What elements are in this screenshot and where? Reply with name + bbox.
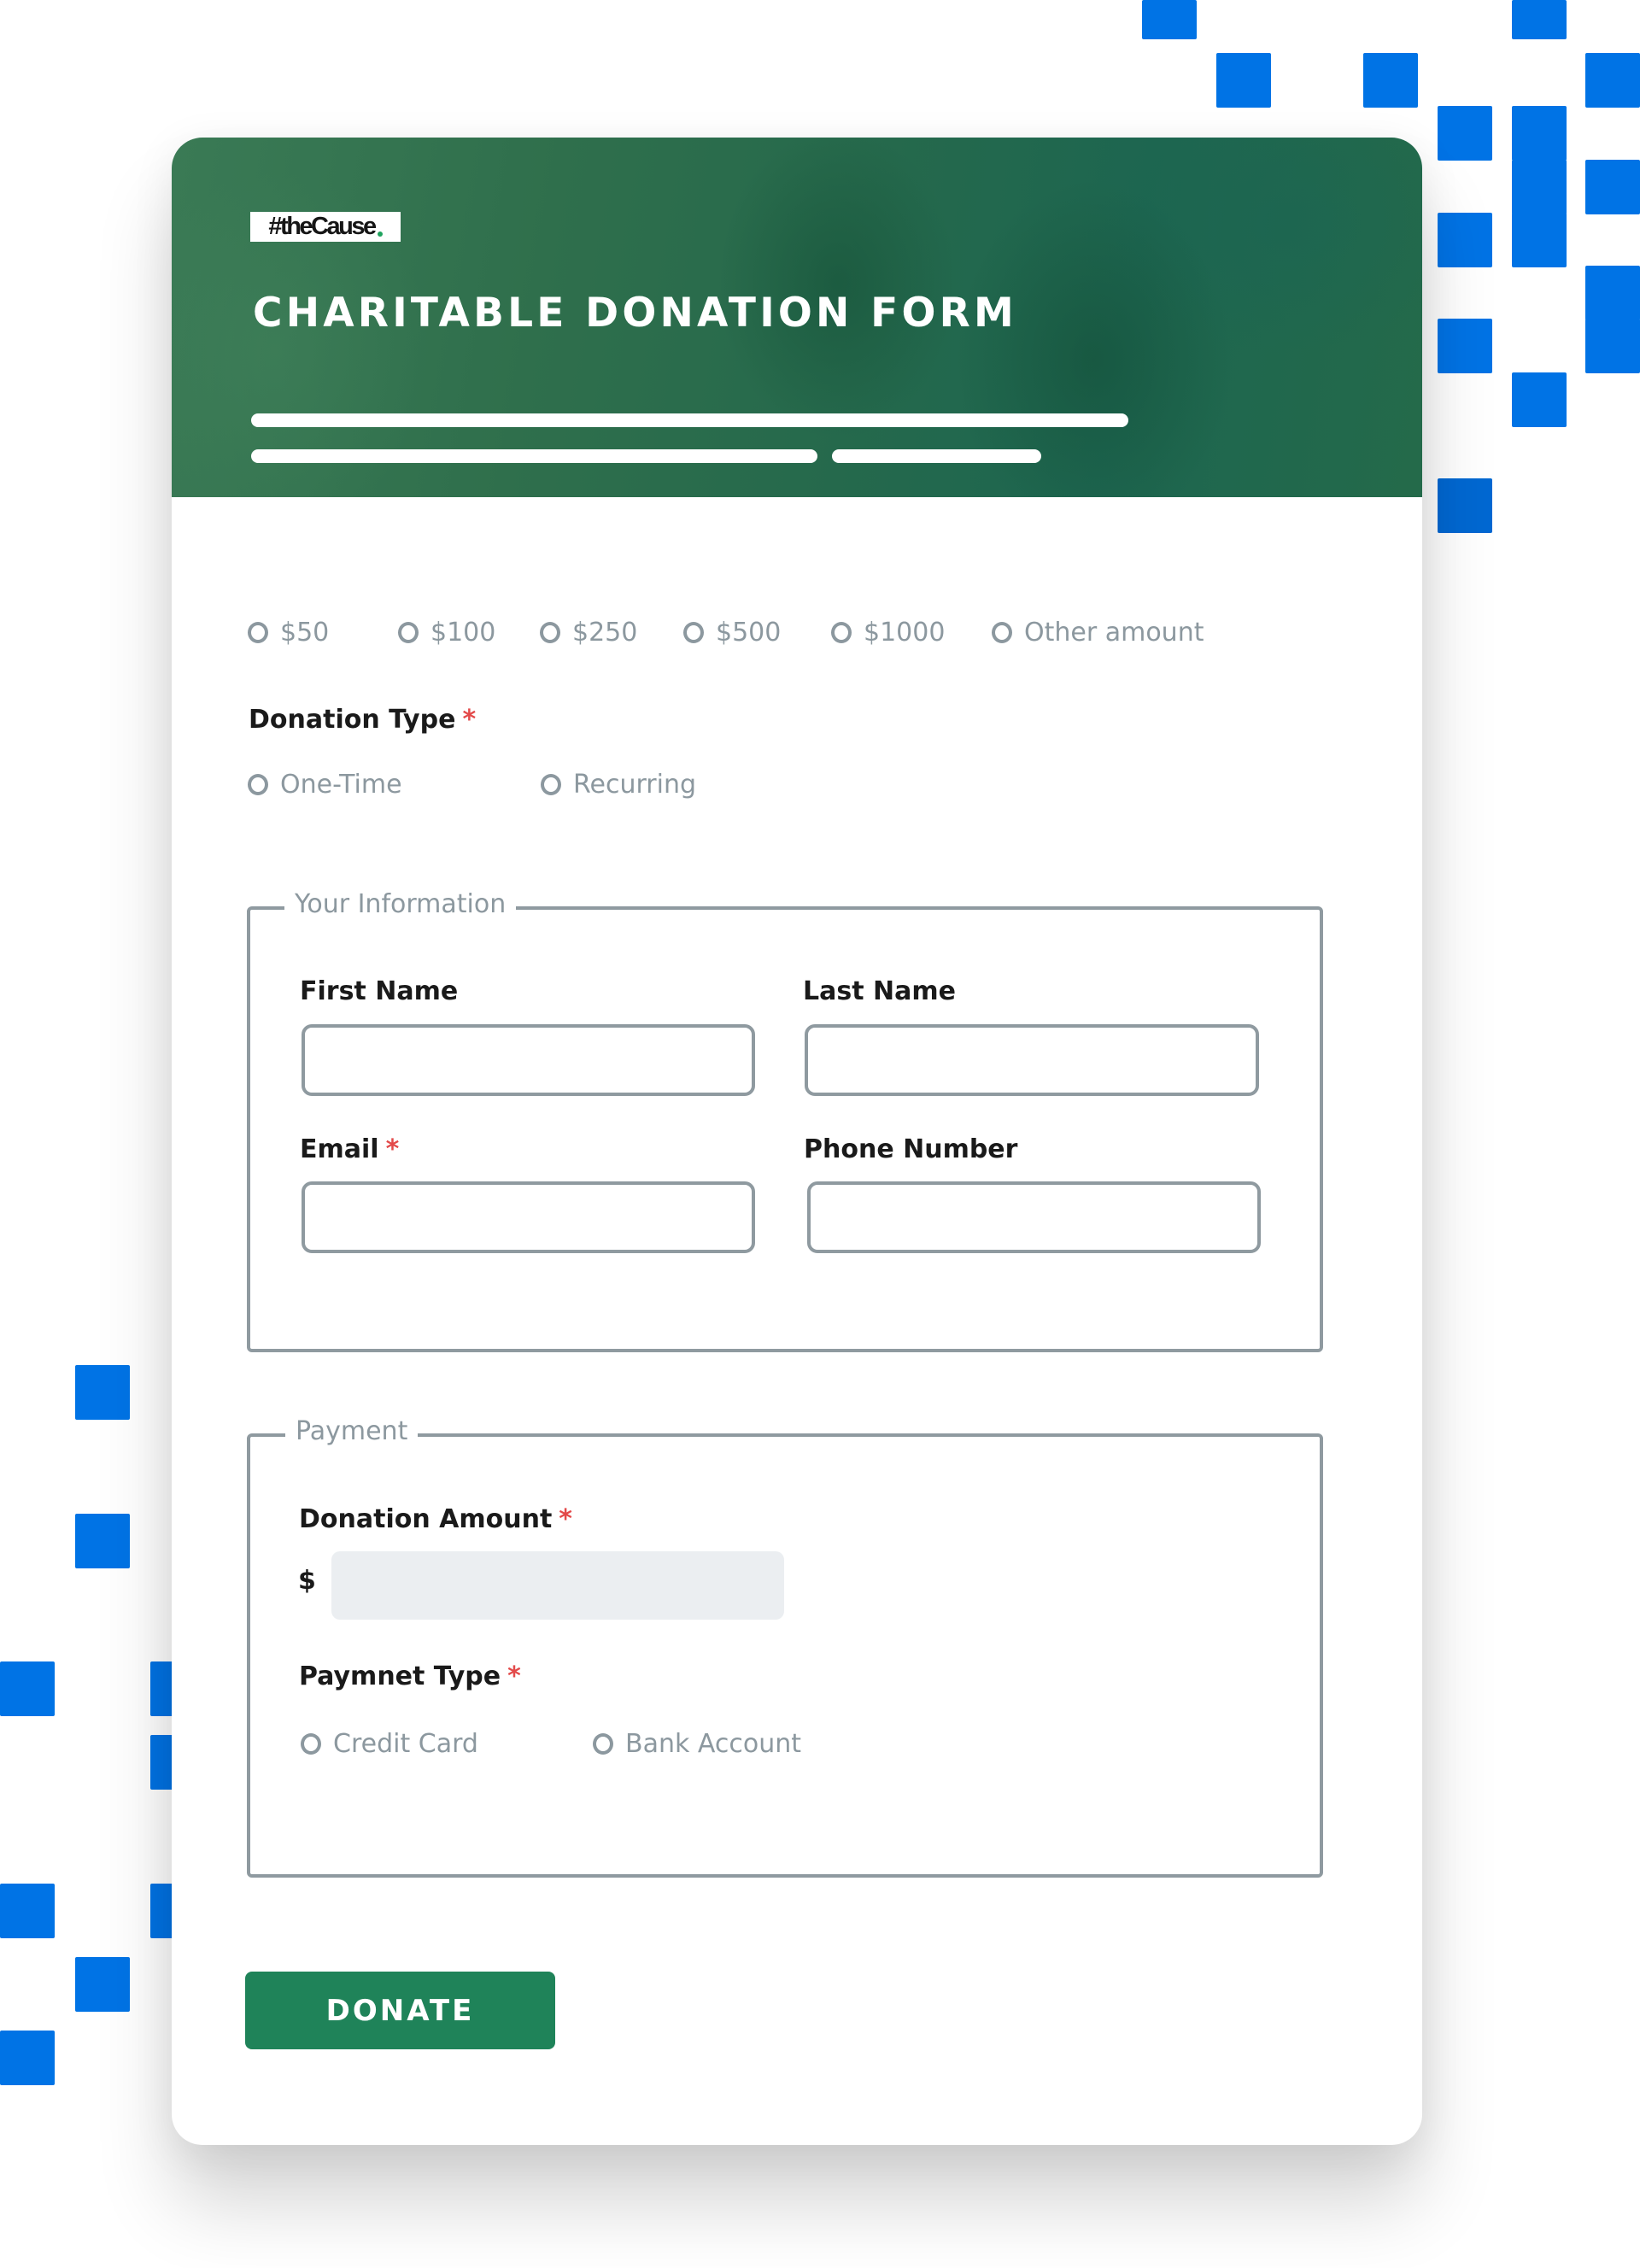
donation-type-recurring[interactable]: Recurring — [541, 770, 696, 800]
logo-dot-icon — [377, 231, 383, 237]
email-label-text: Email — [300, 1134, 379, 1164]
amount-option-label: $50 — [280, 618, 330, 648]
amount-option-500[interactable]: $500 — [683, 618, 781, 648]
decor-square — [75, 1514, 130, 1568]
payment-type-label-text: Paymnet Type — [299, 1661, 501, 1691]
radio-circle-icon[interactable] — [248, 622, 268, 643]
decor-square — [1438, 213, 1492, 267]
decor-square — [1512, 0, 1567, 39]
form-title: CHARITABLE DONATION FORM — [253, 290, 1017, 337]
decor-square — [1438, 319, 1492, 373]
decor-square — [1512, 106, 1567, 161]
decor-square — [1142, 0, 1197, 39]
radio-circle-icon[interactable] — [593, 1733, 613, 1755]
donate-button[interactable]: DONATE — [245, 1972, 555, 2049]
currency-symbol: $ — [298, 1566, 316, 1596]
radio-circle-icon[interactable] — [540, 622, 560, 643]
decor-square — [1216, 53, 1271, 108]
amount-option-label: $1000 — [864, 618, 946, 648]
amount-option-label: $250 — [572, 618, 638, 648]
required-asterisk: * — [462, 705, 477, 735]
last-name-label: Last Name — [803, 976, 956, 1006]
radio-circle-icon[interactable] — [398, 622, 419, 643]
last-name-input[interactable] — [805, 1024, 1259, 1096]
required-asterisk: * — [507, 1661, 521, 1691]
donation-amount-input[interactable] — [331, 1551, 784, 1620]
payment-type-bank-account[interactable]: Bank Account — [593, 1729, 801, 1759]
decor-square — [1363, 53, 1418, 108]
decor-square — [1512, 160, 1567, 214]
donation-form-card: #theCause CHARITABLE DONATION FORM $50 $… — [172, 138, 1422, 2145]
payment-legend: Payment — [285, 1416, 419, 1446]
decor-square — [0, 1661, 55, 1716]
decor-square — [0, 2031, 55, 2085]
brand-logo-text: #theCause — [268, 213, 377, 240]
your-information-legend: Your Information — [284, 889, 517, 919]
radio-circle-icon[interactable] — [301, 1733, 321, 1755]
brand-logo: #theCause — [250, 212, 401, 242]
radio-circle-icon[interactable] — [992, 622, 1012, 643]
donation-type-option-label: One-Time — [280, 770, 402, 800]
phone-number-label: Phone Number — [804, 1134, 1018, 1164]
radio-circle-icon[interactable] — [683, 622, 704, 643]
amount-option-label: $500 — [716, 618, 782, 648]
required-asterisk: * — [385, 1134, 400, 1164]
donation-amount-label: Donation Amount * — [299, 1504, 572, 1534]
amount-option-250[interactable]: $250 — [540, 618, 637, 648]
amount-option-other[interactable]: Other amount — [992, 618, 1204, 648]
decor-square — [1512, 372, 1567, 427]
first-name-label: First Name — [300, 976, 459, 1006]
your-information-fieldset — [247, 906, 1323, 1352]
decor-square — [0, 1884, 55, 1938]
decor-square — [1585, 160, 1640, 214]
payment-type-option-label: Credit Card — [333, 1729, 478, 1759]
header-text-placeholder-bar — [251, 449, 817, 463]
header-text-placeholder-bar — [832, 449, 1041, 463]
header-text-placeholder-bar — [251, 413, 1128, 427]
payment-type-credit-card[interactable]: Credit Card — [301, 1729, 478, 1759]
amount-option-100[interactable]: $100 — [398, 618, 495, 648]
donation-type-label: Donation Type * — [249, 705, 476, 735]
radio-circle-icon[interactable] — [541, 774, 561, 795]
radio-circle-icon[interactable] — [831, 622, 852, 643]
decor-square — [1585, 266, 1640, 320]
payment-fieldset — [247, 1433, 1323, 1878]
amount-option-label: $100 — [430, 618, 496, 648]
form-header: #theCause CHARITABLE DONATION FORM — [172, 138, 1422, 497]
amount-option-50[interactable]: $50 — [248, 618, 329, 648]
decor-square — [1585, 53, 1640, 108]
donation-type-label-text: Donation Type — [249, 705, 456, 735]
decor-square — [75, 1365, 130, 1420]
email-input[interactable] — [302, 1181, 755, 1253]
decor-square — [1438, 106, 1492, 161]
donation-type-option-label: Recurring — [573, 770, 696, 800]
donation-type-one-time[interactable]: One-Time — [248, 770, 402, 800]
decor-square — [1512, 213, 1567, 267]
required-asterisk: * — [559, 1504, 572, 1534]
decor-square — [1585, 319, 1640, 373]
phone-number-input[interactable] — [807, 1181, 1261, 1253]
decor-square — [75, 1957, 130, 2012]
decor-square — [1438, 478, 1492, 533]
donation-amount-label-text: Donation Amount — [299, 1504, 553, 1534]
email-label: Email * — [300, 1134, 399, 1164]
amount-option-label: Other amount — [1024, 618, 1204, 648]
payment-type-label: Paymnet Type * — [299, 1661, 521, 1691]
amount-option-1000[interactable]: $1000 — [831, 618, 945, 648]
first-name-input[interactable] — [302, 1024, 755, 1096]
radio-circle-icon[interactable] — [248, 774, 268, 795]
payment-type-option-label: Bank Account — [625, 1729, 802, 1759]
